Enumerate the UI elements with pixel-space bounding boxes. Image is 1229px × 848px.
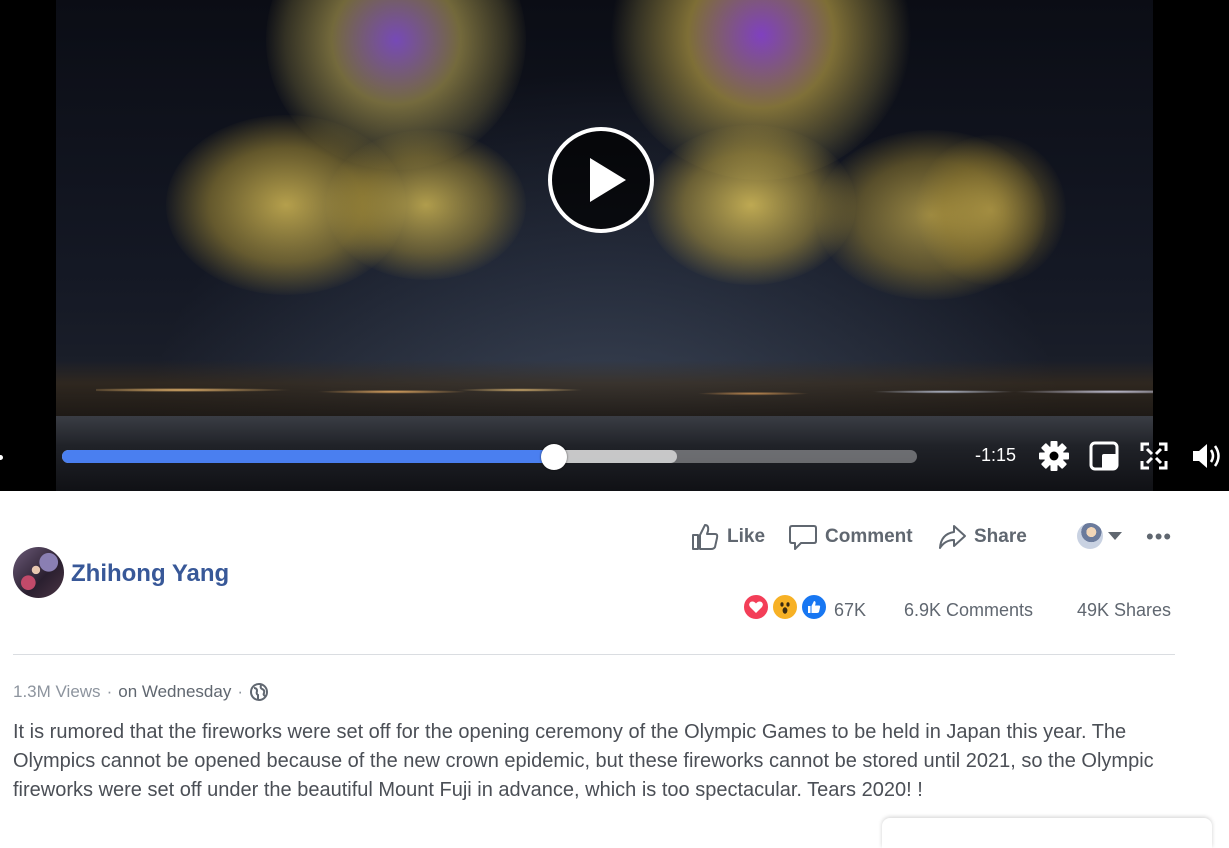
side-indicator-dot xyxy=(0,455,3,460)
fullscreen-icon xyxy=(1140,442,1168,470)
meta-separator: · xyxy=(106,682,113,701)
view-count: 1.3M Views xyxy=(13,682,101,701)
comments-count[interactable]: 6.9K Comments xyxy=(904,600,1033,621)
comment-button[interactable]: Comment xyxy=(788,521,913,553)
gear-icon xyxy=(1039,441,1069,471)
like-button[interactable]: Like xyxy=(690,521,765,553)
settings-button[interactable] xyxy=(1037,440,1071,472)
miniplayer-icon xyxy=(1089,441,1119,471)
reaction-count[interactable]: 67K xyxy=(834,600,866,621)
comment-label: Comment xyxy=(825,526,913,547)
share-label: Share xyxy=(974,526,1027,547)
firework-burst xyxy=(326,130,526,280)
like-reaction-icon xyxy=(808,601,821,613)
volume-icon xyxy=(1193,444,1220,468)
share-arrow-icon xyxy=(939,525,966,549)
like-reaction xyxy=(800,593,828,621)
globe-icon[interactable] xyxy=(249,682,269,702)
wow-reaction-icon xyxy=(780,602,790,614)
play-icon xyxy=(590,158,626,202)
comment-icon xyxy=(789,525,817,550)
share-button[interactable]: Share xyxy=(937,521,1027,553)
progress-played xyxy=(62,450,555,463)
post-meta: 1.3M Views · on Wednesday · xyxy=(13,682,269,702)
shares-count[interactable]: 49K Shares xyxy=(1077,600,1171,621)
fullscreen-button[interactable] xyxy=(1137,440,1171,472)
caret-down-icon[interactable] xyxy=(1108,532,1122,540)
video-frame[interactable] xyxy=(56,0,1153,491)
post-text: It is rumored that the fireworks were se… xyxy=(13,721,1154,801)
firework-burst xyxy=(916,135,1066,285)
volume-button[interactable] xyxy=(1190,440,1224,472)
wow-reaction xyxy=(771,593,799,621)
thumbs-up-icon xyxy=(692,524,719,550)
viewer-avatar[interactable] xyxy=(1077,523,1103,549)
more-icon[interactable]: ••• xyxy=(1146,524,1172,550)
author-avatar[interactable] xyxy=(13,547,64,598)
like-label: Like xyxy=(727,526,766,547)
miniplayer-button[interactable] xyxy=(1087,440,1121,472)
play-button[interactable] xyxy=(548,127,654,233)
time-remaining: -1:15 xyxy=(975,445,1017,465)
city-lights xyxy=(96,372,1153,408)
video-player[interactable]: -1:15 xyxy=(0,0,1229,491)
post-timestamp[interactable]: on Wednesday xyxy=(118,682,231,702)
reactions-summary[interactable] xyxy=(742,593,832,623)
author-name[interactable]: Zhihong Yang xyxy=(71,560,229,588)
chat-panel-edge[interactable] xyxy=(882,818,1212,848)
progress-bar[interactable] xyxy=(62,444,917,470)
divider xyxy=(13,654,1175,655)
love-reaction-icon xyxy=(749,601,763,613)
meta-separator: · xyxy=(237,682,244,701)
love-reaction xyxy=(742,593,770,621)
